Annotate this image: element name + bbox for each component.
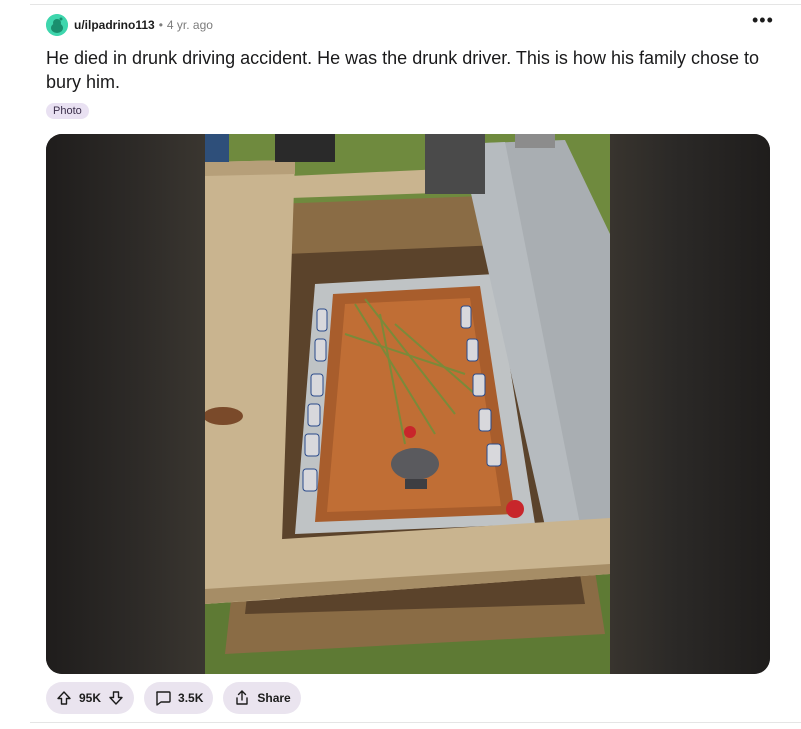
top-divider <box>30 4 801 5</box>
snoo-avatar-icon[interactable] <box>46 14 68 36</box>
comment-count: 3.5K <box>178 691 204 705</box>
flair-badge[interactable]: Photo <box>46 103 89 119</box>
share-icon <box>233 689 251 707</box>
image-blur-right <box>610 134 770 674</box>
comments-button[interactable]: 3.5K <box>144 682 214 714</box>
downvote-arrow-icon[interactable] <box>108 690 124 706</box>
share-button[interactable]: Share <box>223 682 301 714</box>
vote-count: 95K <box>79 691 102 705</box>
header-separator: • <box>158 18 163 32</box>
bottom-divider <box>30 722 801 723</box>
post-header: u/ilpadrino113 • 4 yr. ago <box>46 14 213 36</box>
upvote-arrow-icon[interactable] <box>56 690 72 706</box>
grave-photo <box>205 134 610 674</box>
author-username[interactable]: u/ilpadrino113 <box>74 18 155 32</box>
more-options-icon[interactable]: ••• <box>752 11 773 34</box>
action-bar: 95K 3.5K Share <box>46 682 301 714</box>
vote-control: 95K <box>46 682 135 714</box>
post-image[interactable] <box>46 134 770 674</box>
comment-bubble-icon <box>154 689 172 707</box>
post-title[interactable]: He died in drunk driving accident. He wa… <box>46 46 766 94</box>
share-label: Share <box>257 691 291 705</box>
image-blur-left <box>46 134 205 674</box>
post-age: 4 yr. ago <box>166 18 213 32</box>
